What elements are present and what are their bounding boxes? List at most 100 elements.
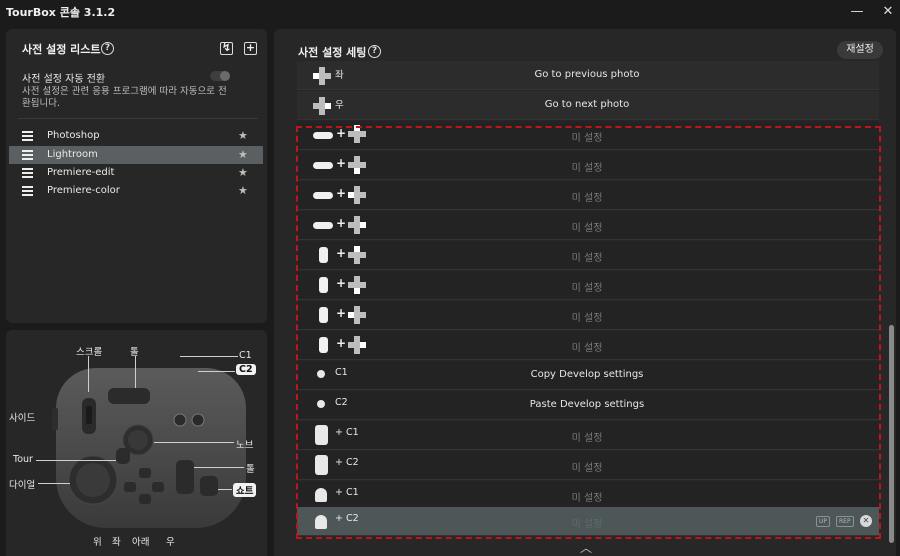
plus-icon: + <box>336 336 347 350</box>
rep-tag[interactable]: REP <box>836 516 854 527</box>
left-button <box>124 482 136 492</box>
mapping-row[interactable]: + 미 설정 <box>297 181 879 210</box>
row-action: Paste Develop settings <box>529 399 645 410</box>
tall-button-icon <box>313 132 333 139</box>
dpad-left-icon <box>348 186 366 204</box>
preset-label: Premiere-color <box>47 185 120 196</box>
label-scroll: 스크롤 <box>76 347 103 358</box>
row-key: + C1 <box>335 487 359 498</box>
label-tour: Tour <box>13 454 33 465</box>
plus-icon: + <box>336 126 347 140</box>
leader-line <box>135 356 136 388</box>
mapping-row[interactable]: + 미 설정 <box>297 301 879 330</box>
mapping-row[interactable]: + C1 미 설정 <box>297 421 879 450</box>
mapping-row[interactable]: + 미 설정 <box>297 211 879 240</box>
tour-button <box>116 448 130 464</box>
star-icon[interactable]: ★ <box>238 148 248 161</box>
auto-switch-toggle[interactable] <box>210 71 230 81</box>
close-button[interactable]: ✕ <box>879 3 897 21</box>
right-button <box>152 482 164 492</box>
preset-item-photoshop[interactable]: Photoshop ★ <box>9 127 263 145</box>
row-action: 미 설정 <box>571 253 603 264</box>
star-icon[interactable]: ★ <box>238 184 248 197</box>
row-action: 미 설정 <box>571 283 603 294</box>
dpad-down-icon <box>348 276 366 294</box>
row-key: C1 <box>335 367 348 378</box>
device-controls <box>52 388 218 505</box>
leader-line <box>194 467 244 468</box>
device-diagram-panel: 스크롤 톨 C1 C2 사이드 노브 Tour 톨 다이얼 쇼트 위 좌 아래 … <box>6 330 267 556</box>
reset-button[interactable]: 재설정 <box>837 41 883 59</box>
c1-button <box>173 413 187 427</box>
menu-icon <box>22 168 33 178</box>
preset-label: Premiere-edit <box>47 167 115 178</box>
tall-button <box>108 388 150 404</box>
side-button-icon <box>319 277 328 293</box>
preset-item-lightroom[interactable]: Lightroom ★ <box>9 146 263 164</box>
label-tall2: 톨 <box>246 464 255 475</box>
side-button <box>52 408 58 430</box>
auto-switch-label: 사전 설정 자동 전환 <box>22 74 106 85</box>
remove-icon[interactable]: ✕ <box>860 515 872 527</box>
preset-list-panel: 사전 설정 리스트 ? ↯ + 사전 설정 자동 전환 사전 설정은 관련 응용… <box>6 29 267 323</box>
tall-button-icon <box>313 162 333 169</box>
minimize-button[interactable]: — <box>848 3 866 21</box>
import-preset-icon[interactable]: ↯ <box>220 42 233 55</box>
mapping-row[interactable]: C2 Paste Develop settings <box>297 391 879 420</box>
mapping-row-selected[interactable]: + C2 미 설정 UP REP ✕ <box>297 507 879 536</box>
help-icon[interactable]: ? <box>368 45 381 58</box>
preset-label: Photoshop <box>47 130 100 141</box>
app-title: TourBox 콘솔 3.1.2 <box>6 6 116 19</box>
preset-item-premiere-edit[interactable]: Premiere-edit ★ <box>9 164 263 182</box>
dpad-up-icon <box>348 125 366 143</box>
tall-side-button-icon <box>315 425 328 445</box>
dpad-right-icon <box>348 336 366 354</box>
label-dial: 다이얼 <box>9 480 36 491</box>
plus-icon: + <box>336 186 347 200</box>
chevron-up-icon[interactable]: ︿ <box>580 539 592 556</box>
mapping-row[interactable]: + C1 미 설정 <box>297 481 879 510</box>
mapping-row[interactable]: + 미 설정 <box>297 271 879 300</box>
tall-button-icon <box>313 192 333 199</box>
menu-icon <box>22 186 33 196</box>
leader-line <box>198 371 235 372</box>
mapping-row[interactable]: 좌 Go to previous photo <box>297 61 879 90</box>
row-action: 미 설정 <box>571 133 603 144</box>
plus-icon: + <box>336 276 347 290</box>
star-icon[interactable]: ★ <box>238 166 248 179</box>
tall-side-button-icon <box>315 455 328 475</box>
row-key: C2 <box>335 397 348 408</box>
preset-list-title: 사전 설정 리스트 <box>22 43 101 56</box>
dpad-up-icon <box>348 246 366 264</box>
mapping-row[interactable]: + C2 미 설정 <box>297 451 879 480</box>
scrollbar[interactable] <box>889 325 894 543</box>
dpad-down-icon <box>348 156 366 174</box>
mapping-row[interactable]: + 미 설정 <box>297 121 879 150</box>
side-button-icon <box>319 307 328 323</box>
c1-icon <box>317 370 325 378</box>
leader-line <box>88 356 89 392</box>
mapping-row[interactable]: 우 Go to next photo <box>297 91 879 120</box>
mapping-row[interactable]: + 미 설정 <box>297 241 879 270</box>
preset-item-premiere-color[interactable]: Premiere-color ★ <box>9 182 263 200</box>
help-icon[interactable]: ? <box>101 42 114 55</box>
side-button-icon <box>319 247 328 263</box>
label-side: 사이드 <box>9 413 36 424</box>
plus-icon: + <box>336 306 347 320</box>
short-button-icon <box>315 488 327 502</box>
dpad-right-icon <box>348 216 366 234</box>
up-tag[interactable]: UP <box>816 516 831 527</box>
mapping-row[interactable]: C1 Copy Develop settings <box>297 361 879 390</box>
tall-button-icon <box>313 222 333 229</box>
c2-icon <box>317 400 325 408</box>
preset-label: Lightroom <box>47 149 98 160</box>
row-action: Copy Develop settings <box>530 369 644 380</box>
label-c1: C1 <box>239 350 252 361</box>
mapping-row[interactable]: + 미 설정 <box>297 151 879 180</box>
add-preset-icon[interactable]: + <box>244 42 257 55</box>
leader-line <box>38 483 70 484</box>
mapping-row[interactable]: + 미 설정 <box>297 331 879 360</box>
star-icon[interactable]: ★ <box>238 129 248 142</box>
label-knob: 노브 <box>236 440 254 451</box>
toggle-knob <box>220 71 230 81</box>
